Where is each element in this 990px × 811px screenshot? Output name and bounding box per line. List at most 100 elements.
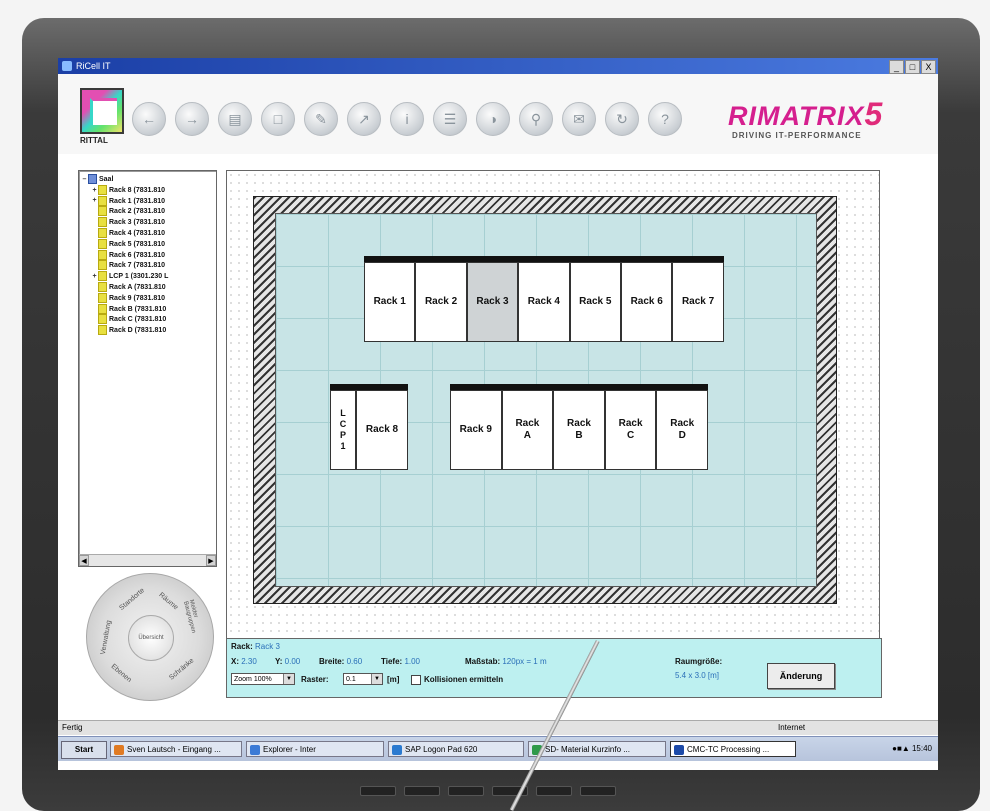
info-button[interactable]: i: [390, 102, 424, 136]
raster-unit: [m]: [387, 675, 400, 684]
monitor-button[interactable]: [360, 786, 396, 796]
raster-value: 0.1: [346, 676, 356, 683]
scroll-left-icon[interactable]: ◀: [79, 555, 89, 566]
tiefe-field: Tiefe: 1.00: [381, 657, 420, 666]
taskbar-task[interactable]: SD- Material Kurzinfo ...: [528, 741, 666, 757]
rack-bottom-1[interactable]: Rack 9: [450, 390, 502, 470]
tree-item[interactable]: + Rack 1 (7831.810: [91, 195, 165, 206]
tree-item-label: Rack 7 (7831.810: [109, 262, 166, 270]
nav-segment-melder[interactable]: Melder Baugruppen: [182, 599, 204, 641]
zoom-select[interactable]: Zoom 100% ▼: [231, 673, 295, 685]
monitor-button[interactable]: [536, 786, 572, 796]
tree-expander[interactable]: +: [91, 196, 98, 206]
brand-name: RIMATRIX5: [728, 96, 883, 133]
raumgroesse-value: 5.4 x 3.0 [m]: [675, 671, 720, 680]
rack-4[interactable]: Rack 4: [518, 262, 570, 342]
save-icon: ▤: [228, 111, 242, 127]
breite-field: Breite: 0.60: [319, 657, 362, 666]
taskbar-task[interactable]: SAP Logon Pad 620: [388, 741, 524, 757]
tree-item[interactable]: + LCP 1 (3301.230 L: [91, 271, 169, 282]
taskbar-task[interactable]: Explorer - Inter: [246, 741, 384, 757]
tree-item[interactable]: Rack 2 (7831.810: [91, 206, 166, 217]
rack-2[interactable]: Rack 2: [415, 262, 467, 342]
task-label: Sven Lautsch - Eingang ...: [127, 745, 221, 754]
massstab-value: 120px = 1 m: [502, 657, 547, 666]
forward-button[interactable]: →: [175, 102, 209, 136]
nav-segment-schraenke[interactable]: Schränke: [168, 657, 195, 681]
raster-select[interactable]: 0.1 ▼: [343, 673, 383, 685]
rack-bottom-2[interactable]: Rack A: [501, 390, 554, 470]
start-button[interactable]: Start: [61, 741, 107, 759]
tree-root[interactable]: – Saal: [81, 174, 113, 184]
task-icon: [392, 745, 402, 755]
search-button[interactable]: ⚲: [519, 102, 553, 136]
tree-expander[interactable]: +: [91, 272, 98, 282]
rack-icon: [98, 303, 107, 314]
rack-7[interactable]: Rack 7: [672, 262, 724, 342]
taskbar-task[interactable]: CMC-TC Processing ...: [670, 741, 796, 757]
tree-item[interactable]: Rack A (7831.810: [91, 282, 166, 292]
refresh-button[interactable]: ↻: [605, 102, 639, 136]
tree-item[interactable]: Rack 4 (7831.810: [91, 228, 165, 238]
kollision-checkbox[interactable]: [411, 675, 421, 685]
x-label: X:: [231, 657, 239, 666]
tree-item[interactable]: Rack C (7831.810: [91, 314, 166, 325]
monitor-button[interactable]: [580, 786, 616, 796]
help-button[interactable]: ?: [648, 102, 682, 136]
tree-item-label: Rack 2 (7831.810: [109, 208, 166, 216]
monitor-button[interactable]: [404, 786, 440, 796]
tree-expander[interactable]: +: [91, 186, 98, 196]
navigation-wheel[interactable]: Standorte Räume Verwaltung Ebenen Melder…: [86, 573, 214, 701]
tree-item[interactable]: Rack 9 (7831.810: [91, 292, 165, 303]
back-button[interactable]: ←: [132, 102, 166, 136]
edit-button[interactable]: ✎: [304, 102, 338, 136]
rack-8[interactable]: Rack 8: [356, 390, 408, 470]
rack-tree: – Saal + Rack 8 (7831.810 + Rack 1 (7831.810 R…: [78, 170, 217, 567]
rack-6[interactable]: Rack 6: [621, 262, 673, 342]
nav-segment-verwaltung[interactable]: Verwaltung: [100, 620, 113, 655]
mail-button[interactable]: ✉: [562, 102, 596, 136]
taskbar-task[interactable]: Sven Lautsch - Eingang ...: [110, 741, 242, 757]
export-button[interactable]: ↗: [347, 102, 381, 136]
tree-item-label: Rack 8 (7831.810: [109, 186, 166, 194]
lcp-1[interactable]: L C P 1: [330, 390, 356, 470]
rack-bottom-3[interactable]: Rack B: [553, 390, 605, 470]
rack-icon: [98, 228, 107, 238]
tree-item-label: Rack 5 (7831.810: [109, 240, 166, 248]
rack-3[interactable]: Rack 3: [466, 262, 519, 342]
brand-tagline: DRIVING IT-PERFORMANCE: [732, 131, 862, 140]
tree-item-label: LCP 1 (3301.230 L: [109, 273, 169, 281]
nav-segment-standorte[interactable]: Standorte: [118, 587, 146, 612]
tree-item[interactable]: Rack B (7831.810: [91, 303, 166, 314]
close-button[interactable]: X: [921, 60, 936, 74]
tree-expander[interactable]: –: [81, 175, 88, 185]
rack-bottom-5[interactable]: Rack D: [656, 390, 708, 470]
tree-item[interactable]: + Rack 8 (7831.810: [91, 184, 166, 196]
save-button[interactable]: ▤: [218, 102, 252, 136]
tree-item[interactable]: Rack 7 (7831.810: [91, 260, 166, 271]
tree-item[interactable]: Rack 5 (7831.810: [91, 238, 166, 249]
rack-1[interactable]: Rack 1: [364, 262, 416, 342]
tree-item[interactable]: Rack D (7831.810: [91, 325, 166, 336]
rack-bottom-4[interactable]: Rack C: [604, 390, 657, 470]
scroll-right-icon[interactable]: ▶: [206, 555, 216, 566]
tree-item[interactable]: Rack 3 (7831.810: [91, 217, 165, 228]
window-controls: _ □ X: [888, 59, 936, 74]
open-button[interactable]: □: [261, 102, 295, 136]
nav-segment-ebenen[interactable]: Ebenen: [110, 663, 133, 684]
search-icon: ⚲: [530, 111, 542, 127]
maximize-button[interactable]: □: [905, 60, 920, 74]
zoom-value: Zoom 100%: [234, 676, 272, 683]
horizontal-scrollbar[interactable]: ◀ ▶: [79, 554, 216, 566]
nav-center-button[interactable]: Übersicht: [128, 615, 174, 661]
rack-5[interactable]: Rack 5: [569, 262, 621, 342]
nav-segment-raeume[interactable]: Räume: [157, 592, 179, 612]
toolbar: RITTAL ← → ▤ □ ✎ ↗ i ☰ ◑ ⚲ ✉ ↻ ? RIMATRI…: [58, 74, 938, 154]
chevron-down-icon: ▼: [371, 674, 382, 684]
tree-item[interactable]: Rack 6 (7831.810: [91, 249, 165, 260]
globe-button[interactable]: ◑: [476, 102, 510, 136]
notes-button[interactable]: ☰: [433, 102, 467, 136]
monitor-button[interactable]: [448, 786, 484, 796]
aenderung-button[interactable]: Änderung: [767, 663, 835, 689]
minimize-button[interactable]: _: [889, 60, 904, 74]
